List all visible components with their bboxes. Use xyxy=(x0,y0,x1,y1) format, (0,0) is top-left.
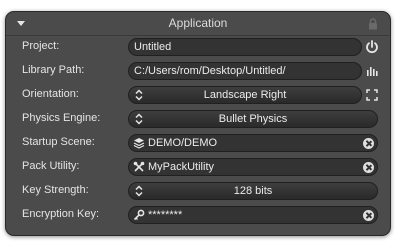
row-library-path: Library Path: C:/Users/rom/Desktop/Untit… xyxy=(6,61,390,81)
panel-title: Application xyxy=(168,16,228,30)
startup-scene-input[interactable]: DEMO/DEMO xyxy=(128,134,378,152)
library-path-input[interactable]: C:/Users/rom/Desktop/Untitled/ xyxy=(128,62,362,80)
pack-utility-input[interactable]: MyPackUtility xyxy=(128,158,378,176)
orientation-value: Landscape Right xyxy=(203,89,287,101)
layers-icon xyxy=(133,138,145,149)
library-path-value: C:/Users/rom/Desktop/Untitled/ xyxy=(134,65,286,77)
orientation-select[interactable]: Landscape Right xyxy=(128,86,362,104)
key-icon xyxy=(133,209,145,221)
project-label: Project: xyxy=(22,40,60,52)
encryption-key-label: Encryption Key: xyxy=(22,208,100,220)
key-strength-value: 128 bits xyxy=(233,185,273,197)
row-encryption-key: Encryption Key: ******** xyxy=(6,205,390,225)
fullscreen-corners-icon[interactable] xyxy=(364,87,380,103)
lock-icon[interactable] xyxy=(368,18,378,30)
row-key-strength: Key Strength: 128 bits xyxy=(6,181,390,201)
clear-x-icon[interactable] xyxy=(363,162,374,173)
tools-icon xyxy=(133,161,145,172)
project-value: Untitled xyxy=(134,41,172,53)
physics-engine-value: Bullet Physics xyxy=(218,113,288,125)
row-startup-scene: Startup Scene: DEMO/DEMO xyxy=(6,133,390,153)
power-icon[interactable] xyxy=(364,39,380,55)
clear-x-icon[interactable] xyxy=(363,210,374,221)
row-physics-engine: Physics Engine: Bullet Physics xyxy=(6,109,390,129)
row-orientation: Orientation: Landscape Right xyxy=(6,85,390,105)
orientation-label: Orientation: xyxy=(22,88,79,100)
bar-chart-icon[interactable] xyxy=(364,63,380,79)
key-strength-select[interactable]: 128 bits xyxy=(128,182,378,200)
pack-utility-value: MyPackUtility xyxy=(148,161,215,173)
row-project: Project: Untitled xyxy=(6,37,390,57)
pack-utility-label: Pack Utility: xyxy=(22,160,80,172)
key-strength-label: Key Strength: xyxy=(22,184,89,196)
physics-engine-label: Physics Engine: xyxy=(22,112,101,124)
library-path-label: Library Path: xyxy=(22,64,85,76)
panel-titlebar: Application xyxy=(6,12,390,36)
startup-scene-value: DEMO/DEMO xyxy=(148,137,218,149)
encryption-key-input[interactable]: ******** xyxy=(128,206,378,224)
application-panel: Application Project: Untitled Library Pa… xyxy=(5,11,391,236)
project-input[interactable]: Untitled xyxy=(128,38,362,56)
startup-scene-label: Startup Scene: xyxy=(22,136,95,148)
encryption-key-value: ******** xyxy=(148,209,183,221)
row-pack-utility: Pack Utility: MyPackUtility xyxy=(6,157,390,177)
clear-x-icon[interactable] xyxy=(363,138,374,149)
physics-engine-select[interactable]: Bullet Physics xyxy=(128,110,378,128)
